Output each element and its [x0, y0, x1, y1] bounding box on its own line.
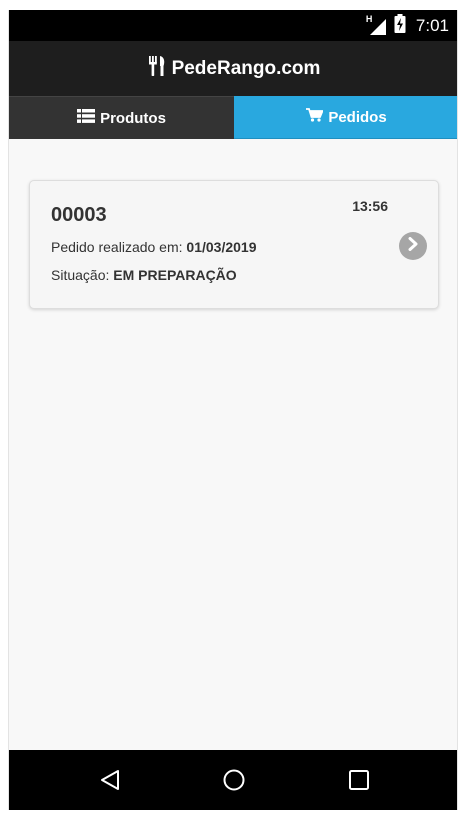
tab-bar: Produtos Pedidos	[9, 96, 457, 139]
chevron-right-icon	[407, 236, 419, 256]
utensils-icon	[148, 55, 166, 82]
status-bar: H 7:01	[9, 10, 457, 41]
order-date-value: 01/03/2019	[186, 239, 257, 255]
app-title-text: PedeRango.com	[171, 57, 321, 79]
app-header: PedeRango.com	[9, 41, 457, 96]
status-clock: 7:01	[415, 15, 449, 35]
order-card[interactable]: 00003 13:56 Pedido realizado em: 01/03/2…	[29, 180, 439, 309]
recent-apps-icon[interactable]	[347, 768, 371, 792]
navigation-bar	[9, 750, 457, 810]
status-icons: H 7:01	[366, 10, 449, 41]
phone-screen: H 7:01 PedeRango.com Produtos Pedidos 00…	[8, 10, 458, 810]
order-status-label: Situação:	[51, 267, 110, 283]
cart-icon	[306, 108, 325, 126]
list-icon	[77, 109, 96, 127]
tab-produtos[interactable]: Produtos	[9, 96, 234, 139]
tab-pedidos[interactable]: Pedidos	[234, 96, 457, 139]
order-date-line: Pedido realizado em: 01/03/2019	[51, 239, 257, 255]
app-title: PedeRango.com	[148, 55, 321, 82]
order-detail-button[interactable]	[399, 232, 427, 260]
order-number: 00003	[51, 204, 107, 226]
network-type-label: H	[365, 13, 373, 24]
tab-produtos-label: Produtos	[100, 109, 166, 127]
order-date-label: Pedido realizado em:	[51, 239, 183, 255]
back-icon[interactable]	[98, 768, 122, 792]
battery-charging-icon	[394, 13, 406, 38]
tab-pedidos-label: Pedidos	[328, 108, 387, 126]
order-time: 13:56	[352, 198, 388, 214]
order-status-value: EM PREPARAÇÃO	[113, 267, 237, 283]
order-status-line: Situação: EM PREPARAÇÃO	[51, 267, 237, 283]
home-icon[interactable]	[222, 768, 246, 792]
signal-icon: H	[365, 13, 388, 35]
